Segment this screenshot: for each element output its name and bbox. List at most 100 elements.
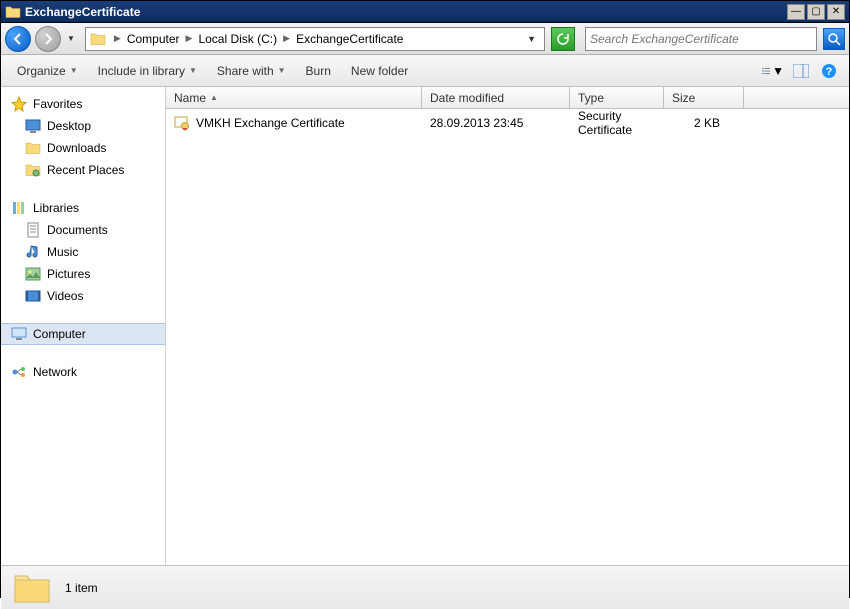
column-headers: Name ▲ Date modified Type Size [166, 87, 849, 109]
sidebar-item-recent-places[interactable]: Recent Places [1, 159, 165, 181]
sidebar-item-downloads[interactable]: Downloads [1, 137, 165, 159]
favorites-label: Favorites [33, 97, 82, 111]
libraries-label: Libraries [33, 201, 79, 215]
refresh-button[interactable] [551, 27, 575, 51]
folder-icon [13, 570, 51, 606]
downloads-icon [25, 140, 41, 156]
new-folder-button[interactable]: New folder [343, 60, 416, 82]
file-row[interactable]: VMKH Exchange Certificate 28.09.2013 23:… [166, 109, 849, 131]
history-dropdown-icon[interactable]: ▼ [67, 34, 75, 43]
address-bar[interactable]: ▶ Computer ▶ Local Disk (C:) ▶ ExchangeC… [85, 27, 545, 51]
chevron-down-icon: ▼ [278, 66, 286, 75]
file-rows[interactable]: VMKH Exchange Certificate 28.09.2013 23:… [166, 109, 849, 565]
file-name: VMKH Exchange Certificate [196, 116, 345, 130]
sidebar-item-music[interactable]: Music [1, 241, 165, 263]
sidebar-item-network[interactable]: Network [1, 361, 165, 383]
sidebar-item-computer[interactable]: Computer [1, 323, 165, 345]
breadcrumb-drive[interactable]: Local Disk (C:) [196, 32, 279, 46]
share-with-menu[interactable]: Share with ▼ [209, 60, 294, 82]
breadcrumb-separator[interactable]: ▶ [182, 33, 197, 44]
close-button[interactable]: ✕ [827, 4, 845, 20]
main-content: Favorites Desktop Downloads Recent Place… [1, 87, 849, 565]
details-pane: 1 item [1, 565, 849, 609]
column-name[interactable]: Name ▲ [166, 87, 422, 108]
favorites-header[interactable]: Favorites [1, 93, 165, 115]
sidebar-item-label: Desktop [47, 119, 91, 133]
music-icon [25, 244, 41, 260]
navigation-pane: Favorites Desktop Downloads Recent Place… [1, 87, 166, 565]
organize-menu[interactable]: Organize ▼ [9, 60, 86, 82]
address-dropdown-icon[interactable]: ▼ [523, 34, 540, 44]
title-bar: ExchangeCertificate — ▢ ✕ [1, 1, 849, 23]
sidebar-item-videos[interactable]: Videos [1, 285, 165, 307]
chevron-down-icon: ▼ [772, 64, 784, 78]
column-spacer [744, 87, 849, 108]
sidebar-item-label: Music [47, 245, 78, 259]
include-label: Include in library [98, 64, 185, 78]
breadcrumb-separator[interactable]: ▶ [279, 33, 294, 44]
file-list: Name ▲ Date modified Type Size VMKH Exch… [166, 87, 849, 565]
documents-icon [25, 222, 41, 238]
search-button[interactable] [823, 28, 845, 50]
burn-label: Burn [306, 64, 331, 78]
share-label: Share with [217, 64, 274, 78]
command-bar: Organize ▼ Include in library ▼ Share wi… [1, 55, 849, 87]
computer-icon [11, 326, 27, 342]
svg-text:?: ? [826, 66, 833, 78]
minimize-button[interactable]: — [787, 4, 805, 20]
search-input[interactable] [590, 32, 812, 46]
sidebar-item-label: Recent Places [47, 163, 124, 177]
file-size: 2 KB [694, 116, 720, 130]
column-label: Size [672, 91, 695, 105]
star-icon [11, 96, 27, 112]
computer-label: Computer [33, 327, 86, 341]
organize-label: Organize [17, 64, 66, 78]
column-type[interactable]: Type [570, 87, 664, 108]
chevron-down-icon: ▼ [189, 66, 197, 75]
pictures-icon [25, 266, 41, 282]
view-options-button[interactable]: ▼ [761, 60, 785, 82]
folder-icon [5, 4, 21, 20]
sidebar-item-documents[interactable]: Documents [1, 219, 165, 241]
breadcrumb-folder[interactable]: ExchangeCertificate [294, 32, 405, 46]
sidebar-item-label: Documents [47, 223, 108, 237]
videos-icon [25, 288, 41, 304]
window-controls: — ▢ ✕ [787, 4, 845, 20]
include-in-library-menu[interactable]: Include in library ▼ [90, 60, 205, 82]
libraries-icon [11, 200, 27, 216]
network-label: Network [33, 365, 77, 379]
back-button[interactable] [5, 26, 31, 52]
status-item-count: 1 item [65, 581, 98, 595]
column-label: Type [578, 91, 604, 105]
network-icon [11, 364, 27, 380]
chevron-down-icon: ▼ [70, 66, 78, 75]
forward-button[interactable] [35, 26, 61, 52]
file-date: 28.09.2013 23:45 [430, 116, 523, 130]
sidebar-item-label: Pictures [47, 267, 90, 281]
breadcrumb-separator[interactable]: ▶ [110, 33, 125, 44]
navigation-bar: ▼ ▶ Computer ▶ Local Disk (C:) ▶ Exchang… [1, 23, 849, 55]
window-title: ExchangeCertificate [25, 5, 787, 19]
recent-places-icon [25, 162, 41, 178]
sidebar-item-label: Downloads [47, 141, 106, 155]
newfolder-label: New folder [351, 64, 408, 78]
column-date[interactable]: Date modified [422, 87, 570, 108]
column-label: Name [174, 91, 206, 105]
burn-button[interactable]: Burn [298, 60, 339, 82]
column-size[interactable]: Size [664, 87, 744, 108]
sidebar-item-desktop[interactable]: Desktop [1, 115, 165, 137]
breadcrumb-computer[interactable]: Computer [125, 32, 182, 46]
preview-pane-button[interactable] [789, 60, 813, 82]
certificate-icon [174, 115, 190, 131]
sidebar-item-label: Videos [47, 289, 83, 303]
sidebar-item-pictures[interactable]: Pictures [1, 263, 165, 285]
column-label: Date modified [430, 91, 504, 105]
help-button[interactable]: ? [817, 60, 841, 82]
sort-ascending-icon: ▲ [210, 93, 218, 102]
folder-icon [90, 32, 106, 46]
libraries-header[interactable]: Libraries [1, 197, 165, 219]
maximize-button[interactable]: ▢ [807, 4, 825, 20]
file-type: Security Certificate [578, 109, 632, 137]
search-box[interactable] [585, 27, 817, 51]
desktop-icon [25, 118, 41, 134]
